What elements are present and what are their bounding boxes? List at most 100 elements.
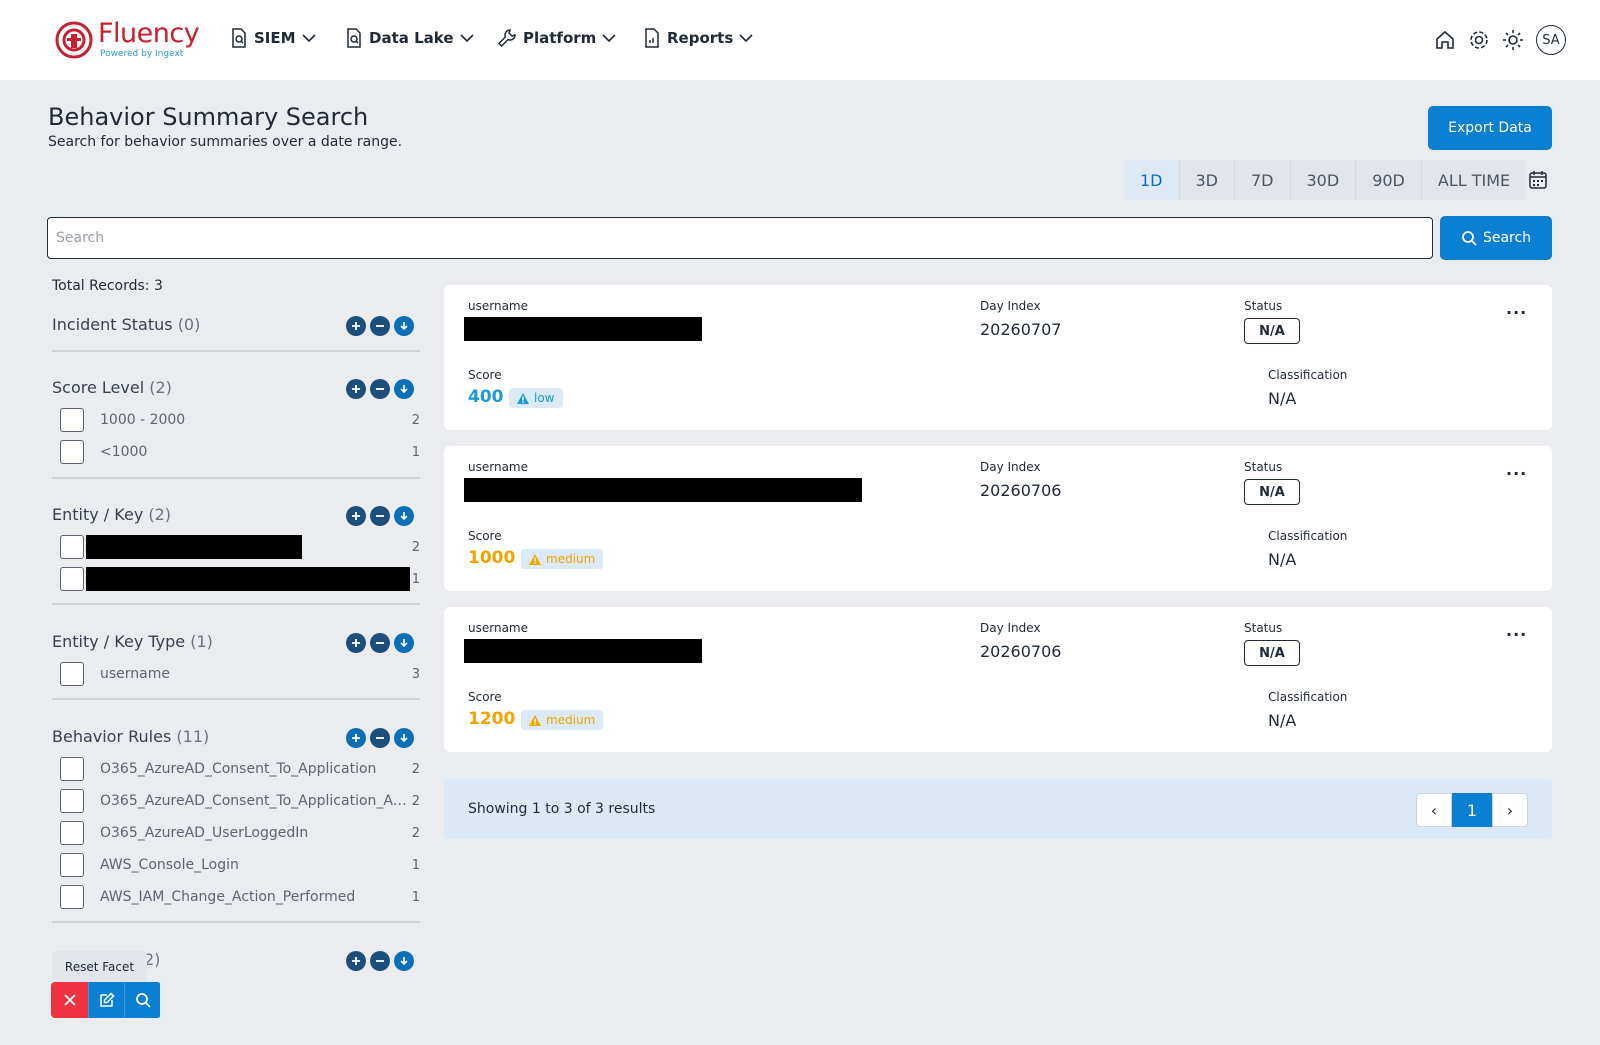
logo-subtitle: Powered by Ingext (100, 49, 184, 59)
checkbox[interactable] (60, 789, 84, 813)
facet-option[interactable]: username 3 (60, 661, 420, 687)
arrow-down-icon[interactable] (394, 316, 414, 336)
include-icon[interactable] (346, 951, 366, 971)
option-count: 2 (411, 761, 420, 777)
nav-reports[interactable]: Reports (643, 28, 753, 48)
arrow-down-icon[interactable] (394, 379, 414, 399)
facet-divider (52, 603, 420, 605)
facet-name: Incident Status (52, 315, 173, 334)
checkbox[interactable] (60, 408, 84, 432)
search-icon (135, 993, 151, 1008)
option-label: O365_AzureAD_Consent_To_Application (100, 761, 377, 777)
range-3d[interactable]: 3D (1180, 160, 1235, 200)
result-card[interactable]: username Day Index 20260706 Status N/A .… (444, 446, 1552, 591)
prev-page-button[interactable]: ‹ (1416, 793, 1452, 827)
search-button[interactable]: Search (1440, 216, 1552, 260)
severity-text: medium (546, 713, 596, 727)
range-7d[interactable]: 7D (1235, 160, 1291, 200)
facet-option[interactable]: <1000 1 (60, 439, 420, 465)
facet-option[interactable]: 2 (60, 534, 420, 560)
option-label: AWS_IAM_Change_Action_Performed (100, 889, 356, 905)
range-90d[interactable]: 90D (1356, 160, 1422, 200)
checkbox[interactable] (60, 853, 84, 877)
facet-divider (52, 921, 420, 923)
include-icon[interactable] (346, 379, 366, 399)
search-input[interactable] (47, 217, 1433, 259)
facet-option[interactable]: AWS_IAM_Change_Action_Performed 1 (60, 884, 420, 910)
include-icon[interactable] (346, 728, 366, 748)
fluency-logo[interactable]: Fluency Powered by Ingext (54, 18, 204, 62)
arrow-down-icon[interactable] (394, 506, 414, 526)
warning-icon (517, 392, 529, 404)
checkbox[interactable] (60, 567, 84, 591)
facet-name: Behavior Rules (52, 727, 172, 746)
edit-button[interactable] (88, 982, 124, 1018)
range-1d[interactable]: 1D (1124, 160, 1180, 200)
status-badge[interactable]: N/A (1244, 318, 1300, 344)
exclude-icon[interactable] (370, 951, 390, 971)
score-label: Score (468, 529, 502, 543)
facet-option[interactable]: O365_AzureAD_Consent_To_Application_Admi… (60, 788, 420, 814)
next-page-button[interactable]: › (1492, 793, 1528, 827)
pagination-bar: Showing 1 to 3 of 3 results ‹ 1 › (444, 779, 1552, 839)
facet-controls (346, 506, 414, 526)
exclude-icon[interactable] (370, 506, 390, 526)
include-icon[interactable] (346, 633, 366, 653)
exclude-icon[interactable] (370, 728, 390, 748)
facet-option[interactable]: 1 (60, 566, 420, 592)
exclude-icon[interactable] (370, 316, 390, 336)
facet-title-entity-key-type: Entity / Key Type (1) (52, 632, 213, 651)
reset-facet-tooltip: Reset Facet (52, 951, 147, 983)
checkbox[interactable] (60, 535, 84, 559)
page-1-button[interactable]: 1 (1452, 793, 1492, 827)
home-icon[interactable] (1434, 29, 1456, 51)
calendar-icon[interactable] (1528, 170, 1548, 194)
checkbox[interactable] (60, 885, 84, 909)
exclude-icon[interactable] (370, 633, 390, 653)
range-all-time[interactable]: ALL TIME (1422, 160, 1526, 200)
classification-value: N/A (1268, 711, 1297, 730)
warning-icon (529, 553, 541, 565)
arrow-down-icon[interactable] (394, 728, 414, 748)
search-facet-button[interactable] (124, 982, 160, 1018)
facet-controls (346, 728, 414, 748)
exclude-icon[interactable] (370, 379, 390, 399)
avatar[interactable]: SA (1536, 25, 1566, 55)
more-options-button[interactable]: ... (1506, 621, 1527, 640)
nav-siem[interactable]: SIEM (230, 28, 316, 48)
sun-icon[interactable] (1502, 29, 1524, 51)
include-icon[interactable] (346, 506, 366, 526)
checkbox[interactable] (60, 662, 84, 686)
option-count: 2 (411, 412, 420, 428)
export-data-button[interactable]: Export Data (1428, 106, 1552, 150)
result-card[interactable]: username Day Index 20260707 Status N/A .… (444, 285, 1552, 430)
username-label: username (468, 460, 528, 474)
checkbox[interactable] (60, 440, 84, 464)
document-search-icon (347, 28, 361, 48)
more-options-button[interactable]: ... (1506, 299, 1527, 318)
nav-platform[interactable]: Platform (497, 28, 616, 48)
reset-facet-button[interactable] (51, 982, 88, 1018)
facet-option[interactable]: O365_AzureAD_Consent_To_Application 2 (60, 756, 420, 782)
include-icon[interactable] (346, 316, 366, 336)
arrow-down-icon[interactable] (394, 951, 414, 971)
facet-option[interactable]: 1000 - 2000 2 (60, 407, 420, 433)
facet-title-entity-key: Entity / Key (2) (52, 505, 171, 524)
facet-divider (52, 698, 420, 700)
status-badge[interactable]: N/A (1244, 640, 1300, 666)
checkbox[interactable] (60, 821, 84, 845)
facet-option[interactable]: O365_AzureAD_UserLoggedIn 2 (60, 820, 420, 846)
status-badge[interactable]: N/A (1244, 479, 1300, 505)
facet-option[interactable]: AWS_Console_Login 1 (60, 852, 420, 878)
checkbox[interactable] (60, 757, 84, 781)
nav-data-lake[interactable]: Data Lake (345, 28, 474, 48)
result-card[interactable]: username Day Index 20260706 Status N/A .… (444, 607, 1552, 752)
score-value: 400 (468, 387, 504, 407)
facet-divider (52, 477, 420, 479)
range-30d[interactable]: 30D (1291, 160, 1357, 200)
gear-icon[interactable] (1468, 29, 1490, 51)
report-icon (645, 28, 659, 48)
status-label: Status (1244, 621, 1283, 635)
more-options-button[interactable]: ... (1506, 460, 1527, 479)
arrow-down-icon[interactable] (394, 633, 414, 653)
